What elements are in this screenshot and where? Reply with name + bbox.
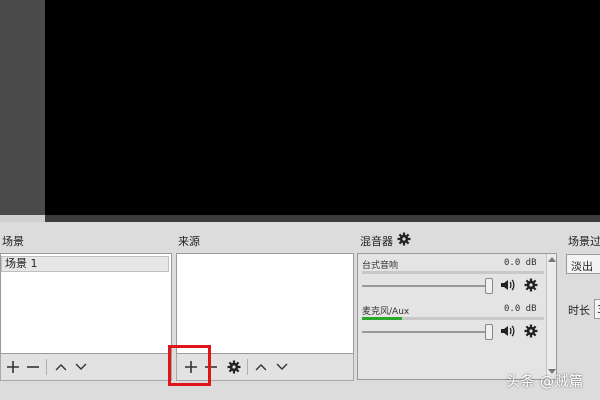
source-properties-button[interactable] bbox=[225, 358, 243, 376]
plus-icon bbox=[7, 361, 19, 373]
transition-select-value: 淡出 bbox=[571, 260, 593, 273]
preview-bottom-edge bbox=[45, 215, 600, 222]
channel-settings-button[interactable] bbox=[524, 278, 538, 295]
mixer-channel-db: 0.0 dB bbox=[504, 258, 537, 268]
gear-icon bbox=[524, 324, 538, 338]
scroll-up-icon bbox=[548, 257, 556, 262]
duration-input[interactable]: 3 bbox=[594, 299, 600, 319]
volume-slider-track[interactable] bbox=[362, 285, 490, 287]
gear-icon bbox=[524, 278, 538, 292]
duration-label: 时长 bbox=[568, 304, 590, 317]
scenes-list[interactable]: 场景 1 bbox=[0, 253, 172, 354]
mute-button[interactable] bbox=[500, 324, 516, 341]
add-scene-button[interactable] bbox=[4, 358, 22, 376]
transitions-dock-title: 场景过 bbox=[568, 235, 600, 248]
scenes-dock-title: 场景 bbox=[2, 235, 24, 248]
gear-icon bbox=[397, 232, 411, 246]
mixer-channel-label: 麦克风/Aux bbox=[362, 307, 410, 317]
preview-canvas[interactable] bbox=[45, 0, 600, 215]
gear-icon bbox=[227, 360, 241, 374]
mixer-channel-db: 0.0 dB bbox=[504, 304, 537, 314]
mixer-dock-title: 混音器 bbox=[360, 235, 393, 248]
mixer-channel-label: 台式音响 bbox=[362, 261, 399, 271]
scene-item-label: 场景 1 bbox=[5, 257, 38, 270]
chevron-down-icon bbox=[75, 363, 87, 370]
minus-icon bbox=[27, 366, 39, 368]
highlight-box bbox=[168, 345, 211, 386]
toolbar-divider bbox=[46, 359, 47, 375]
volume-meter-fill bbox=[362, 317, 403, 320]
sources-list[interactable] bbox=[176, 253, 354, 354]
preview-side-panel bbox=[0, 0, 45, 215]
mixer-panel: 台式音响 0.0 dB 麦克风/Aux 0.0 dB bbox=[357, 253, 557, 380]
move-source-down-button[interactable] bbox=[273, 358, 291, 376]
chevron-up-icon bbox=[255, 364, 267, 371]
mixer-settings-button[interactable] bbox=[397, 232, 411, 249]
speaker-icon bbox=[501, 325, 515, 337]
volume-meter bbox=[362, 271, 544, 274]
scene-item[interactable]: 场景 1 bbox=[1, 256, 169, 272]
transition-select[interactable]: 淡出 bbox=[566, 254, 600, 274]
mute-button[interactable] bbox=[500, 278, 516, 295]
preview-gap bbox=[0, 215, 45, 222]
sources-dock-title: 来源 bbox=[178, 235, 200, 248]
speaker-icon bbox=[501, 279, 515, 291]
volume-slider-track[interactable] bbox=[362, 331, 490, 333]
volume-slider-handle[interactable] bbox=[485, 278, 493, 294]
move-scene-up-button[interactable] bbox=[52, 358, 70, 376]
toolbar-divider bbox=[247, 359, 248, 375]
chevron-down-icon bbox=[276, 363, 288, 370]
remove-scene-button[interactable] bbox=[24, 358, 42, 376]
chevron-up-icon bbox=[55, 364, 67, 371]
volume-meter bbox=[362, 317, 544, 320]
mixer-scrollbar[interactable] bbox=[546, 254, 556, 379]
move-source-up-button[interactable] bbox=[252, 358, 270, 376]
volume-slider-handle[interactable] bbox=[485, 324, 493, 340]
move-scene-down-button[interactable] bbox=[72, 358, 90, 376]
channel-settings-button[interactable] bbox=[524, 324, 538, 341]
watermark: 头条 @贼篇 bbox=[506, 374, 584, 390]
scenes-toolbar bbox=[0, 354, 172, 381]
